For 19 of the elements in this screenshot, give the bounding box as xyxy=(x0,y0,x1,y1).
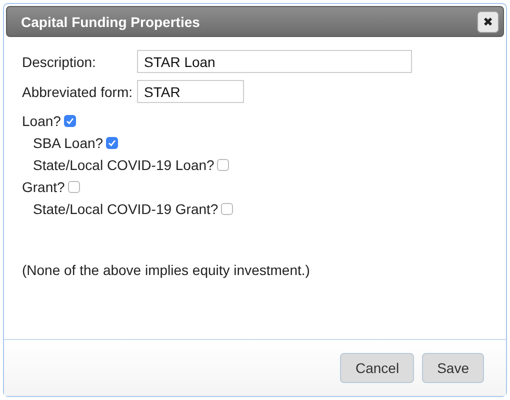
option-label: State/Local COVID-19 Loan? xyxy=(33,157,214,173)
option-label: State/Local COVID-19 Grant? xyxy=(33,201,218,217)
dialog-button[interactable]: Save xyxy=(422,353,484,383)
option-label: SBA Loan? xyxy=(33,135,104,151)
field-label: Abbreviated form: xyxy=(22,84,134,100)
text-field[interactable]: STAR xyxy=(137,80,244,103)
option-label: Loan? xyxy=(22,113,61,129)
close-button[interactable]: ✖ xyxy=(477,10,499,32)
checkbox[interactable] xyxy=(106,137,118,149)
checkbox[interactable] xyxy=(221,203,234,215)
window-title: Capital Funding Properties xyxy=(21,14,200,30)
note-text: (None of the above implies equity investment.) xyxy=(22,262,311,278)
checkbox[interactable] xyxy=(217,159,230,171)
option-label: Grant? xyxy=(22,179,65,195)
checkbox[interactable] xyxy=(68,181,80,193)
dialog-button[interactable]: Cancel xyxy=(340,353,414,383)
text-field[interactable]: STAR Loan xyxy=(137,50,412,73)
field-label: Description: xyxy=(22,54,97,70)
checkbox[interactable] xyxy=(64,115,76,127)
